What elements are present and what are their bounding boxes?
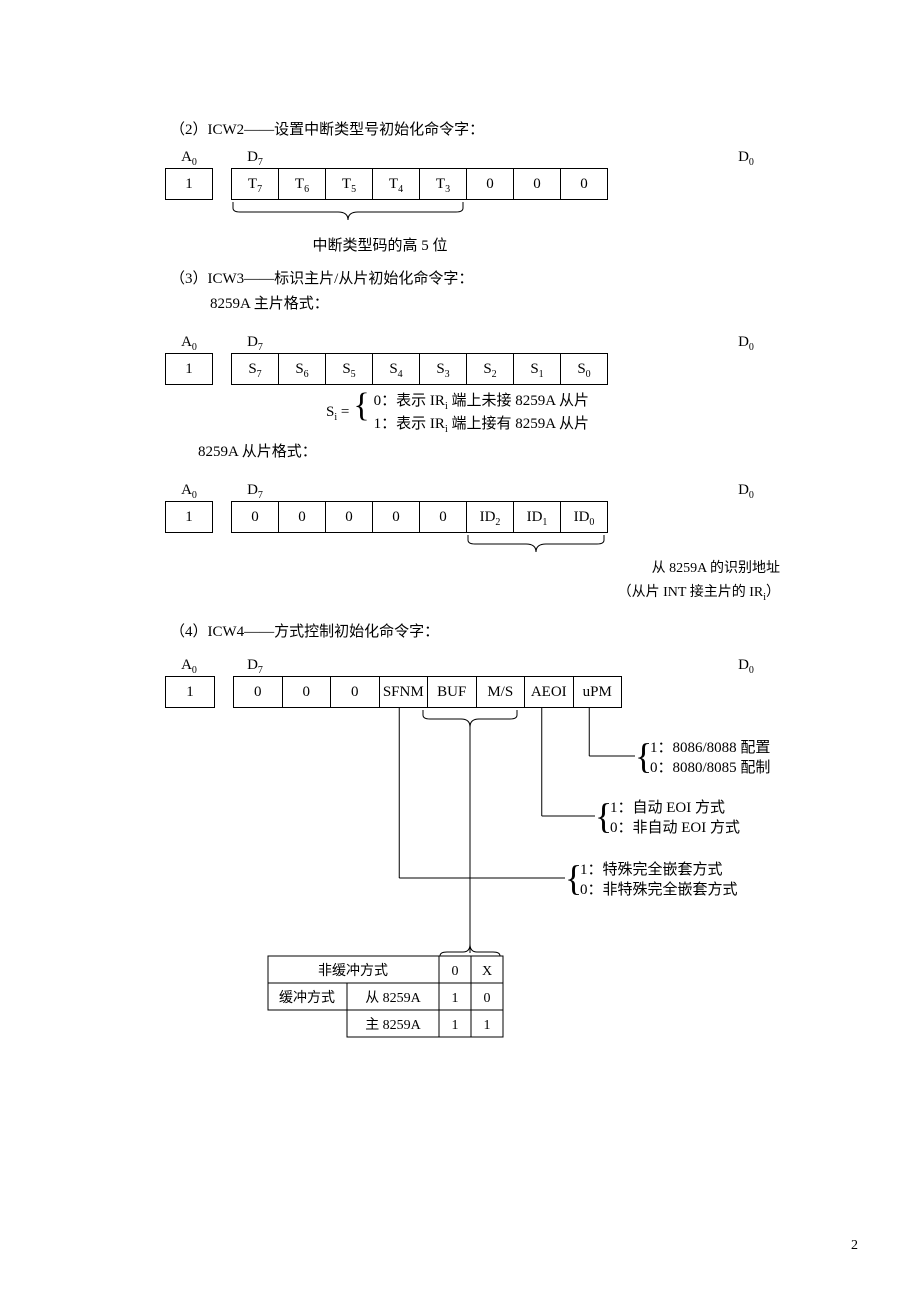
icw3m-label-row: A0 D7 D0: [165, 334, 770, 353]
aeoi-0-text: 0：非自动 EOI 方式: [610, 819, 740, 836]
cell-d3: T3: [419, 168, 466, 200]
cell-d7: T7: [231, 168, 278, 200]
label-d0: D0: [722, 149, 770, 168]
icw3-si-note: Si = { 0：表示 IRi 端上未接 8259A 从片 1：表示 IRi 端…: [145, 391, 770, 436]
a0-cell: 1: [165, 501, 213, 533]
upm-1-text: 1：8086/8088 配置: [650, 739, 770, 756]
id-caption-2: （从片 INT 接主片的 IRi）: [170, 581, 780, 606]
label-d7: D7: [231, 482, 279, 501]
svg-text:1: 1: [452, 1018, 459, 1033]
buf-table-group: 非缓冲方式 0 X 缓冲方式 从 8259A 1 0 主 8259A 1 1: [268, 956, 503, 1037]
icw3-master-register: 1 S7 S6 S5 S4 S3 S2 S1 S0: [165, 353, 770, 385]
icw4-diagram: { { { 1：8086/8088 配置 0：8080/8085 配制 1：自动…: [165, 708, 770, 1043]
icw4-label-row: A0 D7 D0: [165, 657, 770, 676]
svg-text:非缓冲方式: 非缓冲方式: [318, 963, 388, 979]
label-a0: A0: [165, 334, 213, 353]
icw3-id-caption: 从 8259A 的识别地址 （从片 INT 接主片的 IRi）: [170, 557, 780, 606]
cell-d6: 0: [282, 676, 331, 708]
aeoi-1-text: 1：自动 EOI 方式: [610, 799, 725, 816]
cell-d6: T6: [278, 168, 325, 200]
label-d0: D0: [722, 657, 770, 676]
cell-buf: BUF: [427, 676, 476, 708]
cell-d4: 0: [372, 501, 419, 533]
icw2-label-row: A0 D7 D0: [165, 149, 770, 168]
cell-ms: M/S: [476, 676, 525, 708]
cell-s3: S3: [419, 353, 466, 385]
icw3-id-brace-icon: [466, 533, 626, 557]
cell-id1: ID1: [513, 501, 560, 533]
icw3-title: （3）ICW3——标识主片/从片初始化命令字：: [170, 267, 770, 288]
cell-s1: S1: [513, 353, 560, 385]
brace-icon: {: [353, 391, 369, 436]
label-d0: D0: [722, 482, 770, 501]
cell-s0: S0: [560, 353, 608, 385]
icw3-master-heading: 8259A 主片格式：: [210, 292, 770, 313]
icw4-connectors-icon: { { { 1：8086/8088 配置 0：8080/8085 配制 1：自动…: [165, 708, 785, 1038]
icw4-title: （4）ICW4——方式控制初始化命令字：: [170, 620, 770, 641]
cell-d7: 0: [231, 501, 278, 533]
svg-text:X: X: [482, 964, 492, 979]
svg-text:0: 0: [452, 964, 459, 979]
icw3s-label-row: A0 D7 D0: [165, 482, 770, 501]
label-a0: A0: [165, 657, 213, 676]
svg-text:主 8259A: 主 8259A: [365, 1017, 421, 1033]
cell-d6: 0: [278, 501, 325, 533]
cell-s5: S5: [325, 353, 372, 385]
icw2-title: （2）ICW2——设置中断类型号初始化命令字：: [170, 118, 770, 139]
icw4-register: 1 0 0 0 SFNM BUF M/S AEOI uPM: [165, 676, 770, 708]
svg-text:从 8259A: 从 8259A: [365, 991, 421, 1006]
label-a0: A0: [165, 482, 213, 501]
cell-d4: T4: [372, 168, 419, 200]
upm-0-text: 0：8080/8085 配制: [650, 759, 770, 776]
label-d7: D7: [231, 657, 279, 676]
si-line-0: 0：表示 IRi 端上未接 8259A 从片: [374, 391, 589, 414]
svg-text:1: 1: [452, 991, 459, 1006]
cell-d2: 0: [466, 168, 513, 200]
cell-d5: 0: [325, 501, 372, 533]
cell-sfnm: SFNM: [379, 676, 428, 708]
sfnm-0-text: 0：非特殊完全嵌套方式: [580, 880, 738, 898]
a0-cell: 1: [165, 168, 213, 200]
icw2-brace-caption: 中断类型码的高 5 位: [0, 234, 770, 255]
label-d7: D7: [231, 149, 279, 168]
cell-d3: 0: [419, 501, 466, 533]
page-number: 2: [851, 1238, 858, 1254]
cell-aeoi: AEOI: [524, 676, 573, 708]
cell-s4: S4: [372, 353, 419, 385]
icw2-register: 1 T7 T6 T5 T4 T3 0 0 0: [165, 168, 770, 200]
cell-d0: 0: [560, 168, 608, 200]
cell-d1: 0: [513, 168, 560, 200]
svg-text:0: 0: [484, 991, 491, 1006]
cell-d7: 0: [233, 676, 282, 708]
a0-cell: 1: [165, 353, 213, 385]
cell-id0: ID0: [560, 501, 608, 533]
page: （2）ICW2——设置中断类型号初始化命令字： A0 D7 D0 1 T7 T6…: [0, 0, 920, 1043]
icw2-brace-icon: [230, 200, 650, 228]
si-lines: 0：表示 IRi 端上未接 8259A 从片 1：表示 IRi 端上接有 825…: [374, 391, 589, 436]
icw3-slave-heading: 8259A 从片格式：: [198, 440, 770, 461]
a0-cell: 1: [165, 676, 215, 708]
cell-s6: S6: [278, 353, 325, 385]
svg-text:缓冲方式: 缓冲方式: [279, 990, 335, 1006]
label-d7: D7: [231, 334, 279, 353]
cell-s2: S2: [466, 353, 513, 385]
cell-s7: S7: [231, 353, 278, 385]
label-d0: D0: [722, 334, 770, 353]
cell-id2: ID2: [466, 501, 513, 533]
cell-upm: uPM: [573, 676, 623, 708]
cell-d5: T5: [325, 168, 372, 200]
sfnm-1-text: 1：特殊完全嵌套方式: [580, 860, 723, 878]
si-line-1: 1：表示 IRi 端上接有 8259A 从片: [374, 414, 589, 437]
cell-d5: 0: [330, 676, 379, 708]
svg-text:1: 1: [484, 1018, 491, 1033]
label-a0: A0: [165, 149, 213, 168]
id-caption-1: 从 8259A 的识别地址: [170, 557, 780, 581]
icw3-slave-register: 1 0 0 0 0 0 ID2 ID1 ID0: [165, 501, 770, 533]
